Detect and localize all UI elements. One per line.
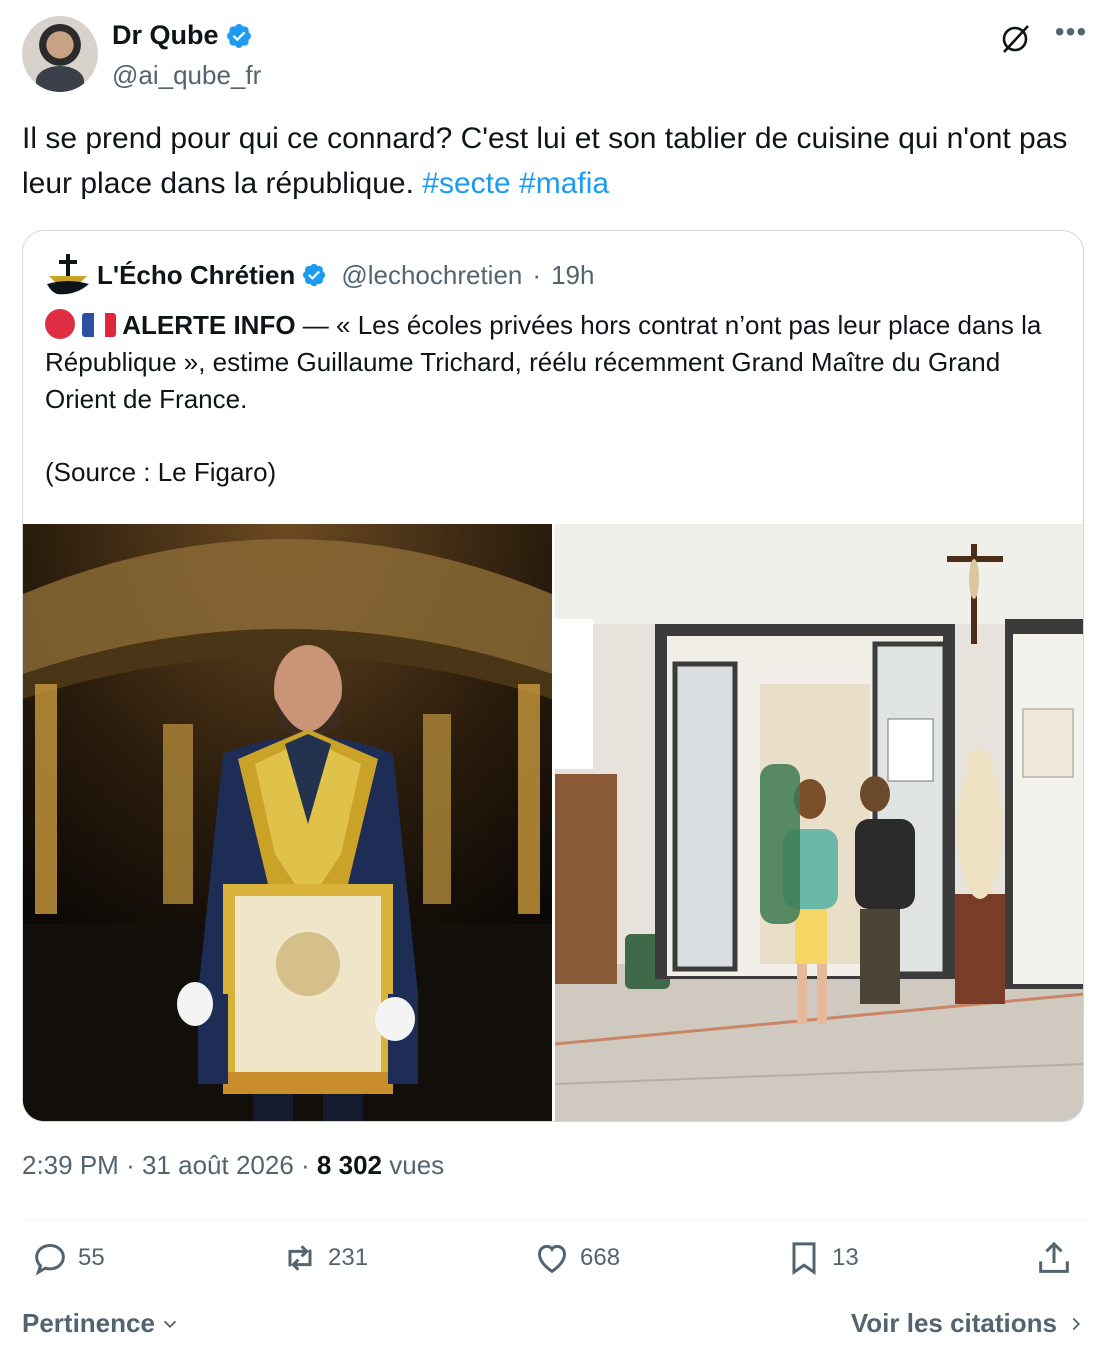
view-quotes-label: Voir les citations (850, 1308, 1057, 1338)
author-name-text[interactable]: Dr Qube (112, 20, 219, 51)
quote-text: ALERTE INFO — « Les écoles privées hors … (45, 307, 1055, 418)
quote-separator: · (532, 259, 542, 290)
author-name[interactable]: Dr Qube (112, 20, 253, 51)
like-button[interactable]: 668 (532, 1238, 620, 1278)
sort-label: Pertinence (22, 1308, 155, 1338)
tweet-meta: 2:39 PM · 31 août 2026 · 8 302 vues (22, 1150, 444, 1181)
meta-separator: · (301, 1150, 310, 1180)
meta-separator: · (126, 1150, 135, 1180)
avatar[interactable] (22, 16, 98, 92)
quote-source: (Source : Le Figaro) (45, 457, 277, 487)
bookmark-button[interactable]: 13 (784, 1238, 859, 1278)
reply-button[interactable]: 55 (30, 1238, 105, 1278)
tweet-text: Il se prend pour qui ce connard? C'est l… (22, 116, 1082, 206)
share-button[interactable] (1034, 1238, 1074, 1278)
french-flag-icon (82, 313, 117, 337)
quoted-tweet[interactable]: L'Écho Chrétien @lechochretien · 19h ALE… (22, 230, 1084, 1122)
grok-icon[interactable] (998, 22, 1032, 56)
hashtag-secte[interactable]: #secte (422, 167, 510, 200)
bookmark-icon (792, 1242, 816, 1276)
views-count: 8 302 (316, 1150, 382, 1180)
author-block: Dr Qube (112, 20, 253, 51)
repost-icon (288, 1245, 312, 1271)
chevron-down-icon (163, 1320, 177, 1328)
alert-label: ALERTE INFO (122, 310, 296, 340)
quote-header: L'Écho Chrétien @lechochretien · 19h (45, 254, 594, 295)
view-quotes-link[interactable]: Voir les citations (851, 1308, 1087, 1339)
chevron-right-icon (1072, 1317, 1081, 1330)
photo-grand-master[interactable] (23, 524, 552, 1121)
tweet-header: Dr Qube @ai_qube_fr ••• (22, 16, 1088, 94)
hashtag-mafia[interactable]: #mafia (519, 167, 609, 200)
author-handle[interactable]: @ai_qube_fr (112, 60, 261, 91)
reply-icon (35, 1243, 65, 1276)
reply-count: 55 (78, 1244, 105, 1271)
divider (22, 1219, 1084, 1220)
verified-badge-icon (226, 23, 251, 48)
sort-dropdown[interactable]: Pertinence (22, 1308, 181, 1339)
views-label: vues (389, 1150, 445, 1180)
repost-button[interactable]: 231 (280, 1238, 368, 1278)
bookmark-count: 13 (832, 1244, 859, 1271)
verified-badge-icon (303, 263, 326, 287)
quote-author-handle[interactable]: @lechochretien (341, 260, 522, 291)
like-icon (537, 1244, 567, 1274)
red-circle-icon (45, 309, 75, 339)
quote-time[interactable]: 19h (551, 260, 594, 291)
like-count: 668 (580, 1244, 621, 1271)
repost-count: 231 (328, 1244, 369, 1271)
photo-grand-master-illustration (23, 524, 552, 1121)
action-bar: 55 231 668 13 (22, 1238, 1084, 1294)
echo-chretien-logo (47, 254, 89, 295)
tweet-time[interactable]: 2:39 PM (22, 1150, 119, 1180)
quote-author-name[interactable]: L'Écho Chrétien (97, 260, 295, 291)
share-icon (1039, 1241, 1069, 1273)
more-icon[interactable]: ••• (1054, 18, 1088, 56)
tweet-date[interactable]: 31 août 2026 (142, 1150, 294, 1180)
photo-school-entrance[interactable] (555, 524, 1083, 1121)
photo-school-illustration (555, 524, 1083, 1121)
